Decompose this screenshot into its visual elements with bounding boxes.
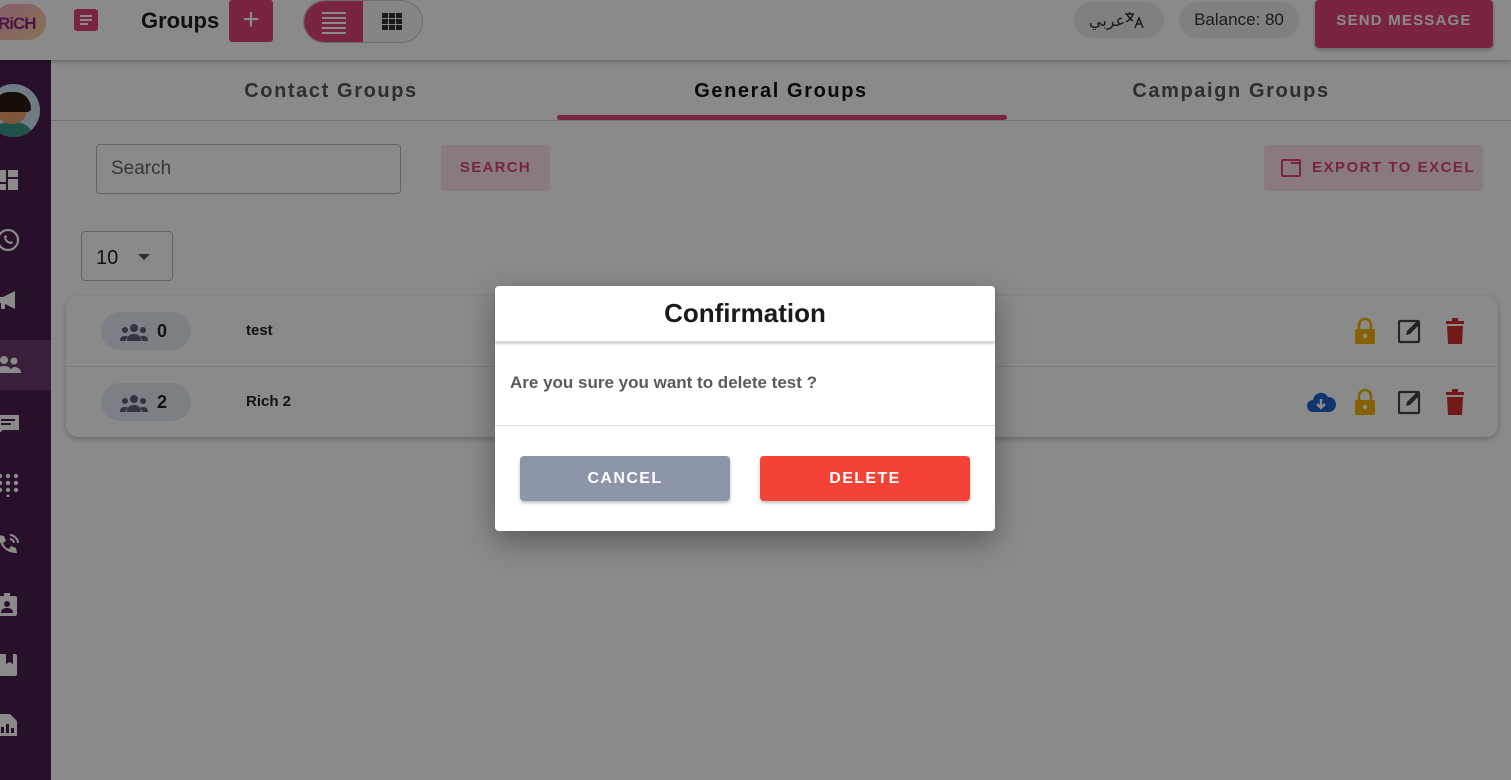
confirmation-dialog: Confirmation Are you sure you want to de… [495,286,995,531]
cancel-button[interactable]: CANCEL [520,456,730,501]
dialog-title: Confirmation [495,286,995,342]
dialog-divider [495,425,995,426]
delete-button[interactable]: DELETE [760,456,970,501]
dialog-message: Are you sure you want to delete test ? [510,373,818,392]
